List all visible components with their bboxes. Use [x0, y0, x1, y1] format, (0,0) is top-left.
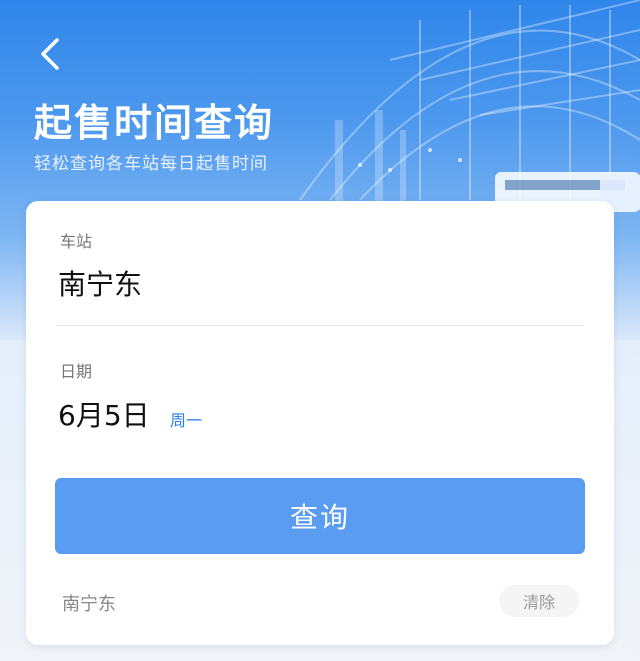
date-field[interactable]: 6月5日	[58, 394, 150, 434]
query-button[interactable]: 查询	[55, 478, 585, 554]
clear-history-button[interactable]: 清除	[499, 585, 579, 617]
history-item[interactable]: 南宁东	[62, 590, 116, 616]
back-chevron-icon	[41, 38, 59, 70]
page-title: 起售时间查询	[34, 101, 275, 145]
station-label: 车站	[60, 232, 93, 251]
back-button[interactable]	[30, 30, 70, 78]
query-card: 车站 南宁东 日期 6月5日 周一 查询 南宁东 清除	[26, 201, 614, 645]
station-field[interactable]: 南宁东	[58, 263, 142, 303]
weekday-text: 周一	[170, 411, 203, 430]
page-subtitle: 轻松查询各车站每日起售时间	[34, 154, 268, 174]
field-divider	[56, 325, 584, 326]
date-label: 日期	[60, 362, 93, 381]
